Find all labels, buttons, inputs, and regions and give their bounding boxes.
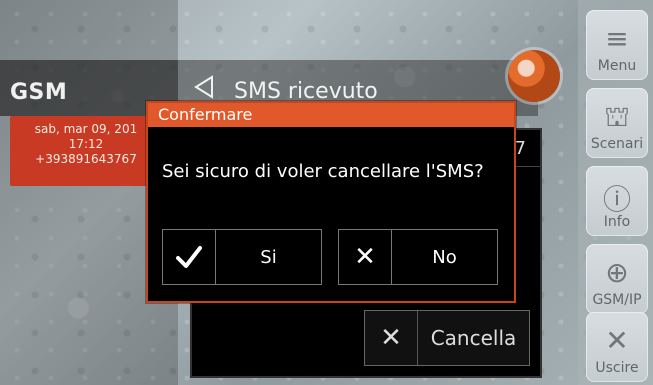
- scenari-icon: ⛫: [604, 100, 630, 133]
- back-arrow-icon[interactable]: [190, 74, 216, 100]
- no-label: No: [432, 246, 457, 268]
- sms-time: 17:12: [68, 137, 104, 151]
- sms-date: sab, mar 09, 201: [34, 122, 138, 136]
- sms-list-item[interactable]: sab, mar 09, 201 17:12 +393891643767: [10, 116, 162, 186]
- x-icon: ✕: [365, 311, 418, 365]
- left-title: GSM: [10, 80, 68, 105]
- sidebar-item-label: Info: [603, 214, 631, 230]
- screen: GSM sab, mar 09, 201 17:12 +393891643767…: [0, 0, 653, 385]
- sidebar-item-scenari[interactable]: ⛫ Scenari: [586, 88, 648, 158]
- confirm-message: Sei sicuro di voler cancellare l'SMS?: [162, 161, 484, 182]
- menu-icon: ≡: [605, 22, 629, 55]
- brand-logo-icon: [508, 50, 560, 102]
- globe-icon: ⊕: [605, 256, 629, 289]
- yes-button[interactable]: Si: [162, 229, 322, 285]
- x-icon: ✕: [339, 230, 392, 284]
- sidebar-item-info[interactable]: ⓘ Info: [586, 166, 648, 236]
- sidebar-item-label: Scenari: [590, 136, 644, 152]
- right-sidebar: ≡ Menu ⛫ Scenari ⓘ Info ⊕ GSM/IP ✕ Uscir…: [578, 0, 653, 385]
- sms-number: +393891643767: [35, 152, 137, 166]
- confirm-dialog: Confermare Sei sicuro di voler cancellar…: [146, 101, 516, 303]
- cancel-label: Cancella: [430, 326, 517, 350]
- sidebar-item-label: Menu: [597, 58, 637, 74]
- exit-icon: ✕: [605, 324, 629, 357]
- sidebar-item-gsm-ip[interactable]: ⊕ GSM/IP: [586, 244, 648, 314]
- confirm-title: Confermare: [158, 105, 253, 124]
- sidebar-item-label: Uscire: [595, 360, 639, 376]
- no-button[interactable]: ✕ No: [338, 229, 498, 285]
- confirm-header: Confermare: [148, 103, 514, 127]
- sidebar-item-menu[interactable]: ≡ Menu: [586, 10, 648, 80]
- info-icon: ⓘ: [602, 183, 631, 216]
- cancel-button[interactable]: ✕ Cancella: [364, 310, 530, 366]
- checkmark-icon: [163, 230, 216, 284]
- sidebar-item-label: GSM/IP: [592, 292, 642, 308]
- sidebar-item-uscire[interactable]: ✕ Uscire: [586, 312, 648, 382]
- yes-label: Si: [260, 246, 277, 268]
- sms-number-fragment: 7: [514, 138, 526, 159]
